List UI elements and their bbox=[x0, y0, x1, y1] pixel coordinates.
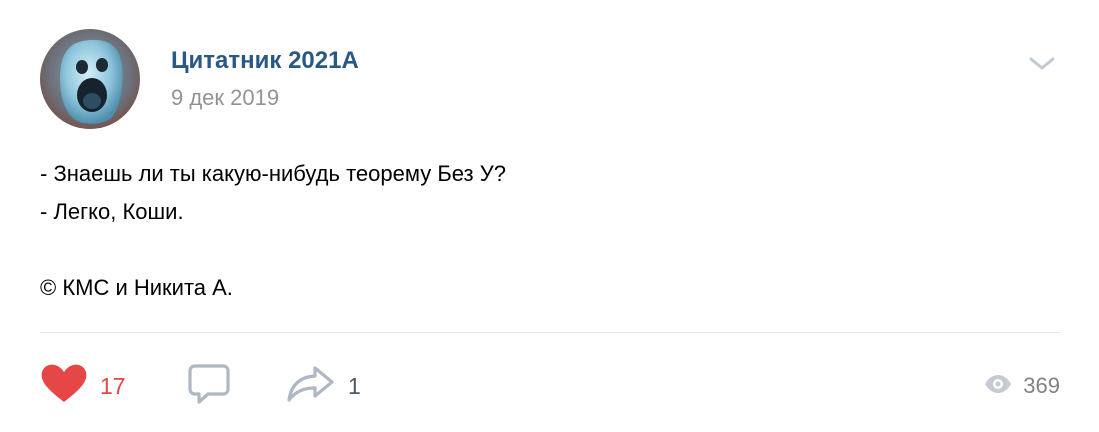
views-count: 369 bbox=[1023, 373, 1060, 398]
like-button[interactable]: 17 bbox=[40, 362, 126, 410]
share-arrow-icon bbox=[286, 364, 336, 409]
eye-icon bbox=[983, 374, 1013, 399]
share-button[interactable]: 1 bbox=[286, 362, 361, 410]
post-date-link[interactable]: 9 дек 2019 bbox=[171, 85, 279, 111]
comment-bubble-icon bbox=[186, 363, 232, 410]
post-text-line: © КМС и Никита А. bbox=[40, 275, 233, 300]
post-text-line: - Знаешь ли ты какую-нибудь теорему Без … bbox=[40, 161, 506, 186]
author-name-link[interactable]: Цитатник 2021А bbox=[171, 47, 359, 75]
author-avatar[interactable] bbox=[40, 29, 140, 129]
comment-button[interactable] bbox=[186, 362, 232, 410]
post-text-line bbox=[40, 231, 506, 269]
wall-post: Цитатник 2021А 9 дек 2019 - Знаешь ли ты… bbox=[0, 0, 1099, 432]
views-counter: 369 bbox=[983, 362, 1060, 410]
post-divider bbox=[40, 332, 1060, 333]
share-count: 1 bbox=[348, 372, 361, 399]
post-text: - Знаешь ли ты какую-нибудь теорему Без … bbox=[40, 155, 506, 307]
post-text-line: - Легко, Коши. bbox=[40, 199, 184, 224]
heart-icon bbox=[40, 364, 88, 409]
like-count: 17 bbox=[100, 372, 126, 399]
chevron-down-icon[interactable] bbox=[1026, 52, 1058, 74]
avatar-image bbox=[40, 29, 140, 129]
